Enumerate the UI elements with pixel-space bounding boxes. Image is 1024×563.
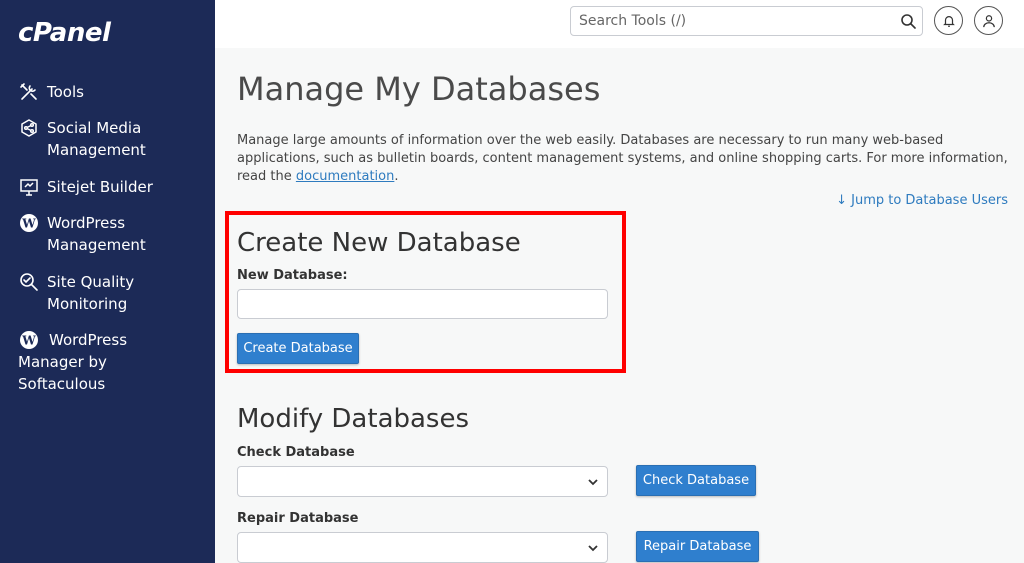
repair-database-button[interactable]: Repair Database <box>636 531 759 562</box>
sidebar: cPanel Tools Social Media Management Sit… <box>0 0 215 563</box>
check-database-label: Check Database <box>237 445 355 460</box>
page-title: Manage My Databases <box>237 70 601 108</box>
sidebar-item-label: WordPress Management <box>47 214 146 254</box>
magnifier-check-icon <box>18 271 40 293</box>
jump-to-database-users-link[interactable]: ↓ Jump to Database Users <box>836 193 1008 208</box>
check-database-button[interactable]: Check Database <box>636 465 756 496</box>
tools-icon <box>18 81 40 103</box>
sidebar-item-label: Social Media Management <box>47 119 146 159</box>
description-end: . <box>394 169 399 184</box>
sidebar-item-sitejet[interactable]: Sitejet Builder <box>18 176 208 198</box>
svg-text:W: W <box>21 334 36 348</box>
chevron-down-icon <box>588 479 598 486</box>
documentation-link[interactable]: documentation <box>296 169 394 184</box>
monitor-icon <box>18 176 40 198</box>
repair-database-label: Repair Database <box>237 511 359 526</box>
search-input[interactable] <box>571 7 881 35</box>
notifications-button[interactable] <box>934 6 963 35</box>
user-icon <box>982 14 995 27</box>
chevron-down-icon <box>588 545 598 552</box>
sidebar-item-social-media[interactable]: Social Media Management <box>18 117 208 161</box>
create-database-heading: Create New Database <box>237 228 521 258</box>
wordpress-icon: W <box>18 212 40 234</box>
sidebar-item-wordpress-management[interactable]: W WordPress Management <box>18 212 208 256</box>
sidebar-item-wordpress-softaculous[interactable]: W WordPress Manager by Softaculous <box>18 329 208 395</box>
bell-icon <box>942 15 955 27</box>
create-database-button[interactable]: Create Database <box>237 333 359 364</box>
top-header <box>215 0 1024 48</box>
search-box <box>570 6 923 36</box>
social-media-icon <box>18 117 40 139</box>
new-database-label: New Database: <box>237 268 348 283</box>
wordpress-icon: W <box>18 329 40 351</box>
cpanel-logo[interactable]: cPanel <box>18 18 111 48</box>
check-database-select[interactable] <box>237 466 608 497</box>
svg-text:W: W <box>21 217 36 231</box>
modify-databases-heading: Modify Databases <box>237 404 470 434</box>
sidebar-item-label: Tools <box>47 83 84 101</box>
sidebar-item-site-quality[interactable]: Site Quality Monitoring <box>18 271 208 315</box>
user-menu-button[interactable] <box>974 6 1003 35</box>
sidebar-item-tools[interactable]: Tools <box>18 81 208 103</box>
new-database-input[interactable] <box>237 289 608 319</box>
page-description: Manage large amounts of information over… <box>237 132 1017 186</box>
sidebar-item-label: WordPress Manager by Softaculous <box>18 331 128 393</box>
main-content: Manage My Databases Manage large amounts… <box>215 48 1024 563</box>
repair-database-select[interactable] <box>237 532 608 563</box>
sidebar-item-label: Site Quality Monitoring <box>47 273 135 313</box>
search-icon[interactable] <box>900 13 916 29</box>
sidebar-item-label: Sitejet Builder <box>47 178 153 196</box>
